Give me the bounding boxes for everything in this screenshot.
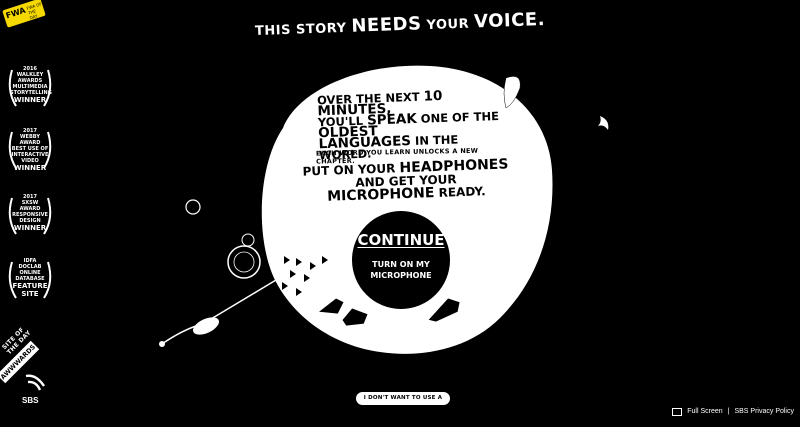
award-result: FEATURE SITE bbox=[12, 282, 48, 298]
award-idfa: IDFA DOCLAB ONLINE DATABASE FEATURE SITE bbox=[4, 254, 56, 306]
continue-button[interactable]: CONTINUE TURN ON MY MICROPHONE bbox=[352, 211, 450, 309]
fullscreen-icon[interactable] bbox=[672, 408, 683, 416]
footer-links: Full Screen | SBS Privacy Policy bbox=[672, 407, 794, 416]
privacy-policy-link[interactable]: SBS Privacy Policy bbox=[734, 408, 794, 415]
footer-divider: | bbox=[727, 407, 730, 415]
headline-emphasis: NEEDS bbox=[351, 13, 422, 37]
headline-text: THIS STORY bbox=[254, 20, 347, 40]
headphones-instruction: PUT ON YOUR HEADPHONES AND GET YOUR MICR… bbox=[287, 156, 524, 205]
award-result: WINNER bbox=[13, 224, 47, 232]
award-category: RESPONSIVE DESIGN bbox=[12, 212, 48, 224]
award-category: MULTIMEDIA STORYTELLING bbox=[10, 84, 52, 96]
bird-spear-illustration bbox=[161, 279, 277, 345]
award-result: WINNER bbox=[13, 96, 47, 104]
award-category: BEST USE OF INTERACTIVE VIDEO bbox=[11, 146, 49, 164]
instruction-text: READY. bbox=[438, 184, 486, 200]
sbs-logo-icon[interactable] bbox=[24, 372, 46, 394]
headline-emphasis: VOICE. bbox=[473, 8, 546, 33]
intro-text: ONE OF THE bbox=[420, 108, 500, 126]
award-sxsw: 2017 SXSW AWARD RESPONSIVE DESIGN WINNER bbox=[4, 190, 56, 242]
continue-label: CONTINUE bbox=[357, 231, 445, 249]
award-result: WINNER bbox=[13, 164, 47, 172]
seed-icon bbox=[185, 199, 201, 215]
moon-icon bbox=[598, 116, 609, 130]
fullscreen-link[interactable]: Full Screen bbox=[687, 408, 722, 415]
sbs-label: SBS bbox=[22, 396, 39, 405]
headline-text: YOUR bbox=[426, 16, 470, 34]
microphone-label: TURN ON MY MICROPHONE bbox=[370, 260, 432, 280]
award-walkley: 2016 WALKLEY AWARDS MULTIMEDIA STORYTELL… bbox=[4, 62, 56, 114]
award-webby: 2017 WEBBY AWARD BEST USE OF INTERACTIVE… bbox=[4, 124, 56, 176]
fruit-icon bbox=[227, 245, 261, 279]
no-microphone-button[interactable]: I DON'T WANT TO USE A MICROPHONE bbox=[356, 392, 450, 414]
